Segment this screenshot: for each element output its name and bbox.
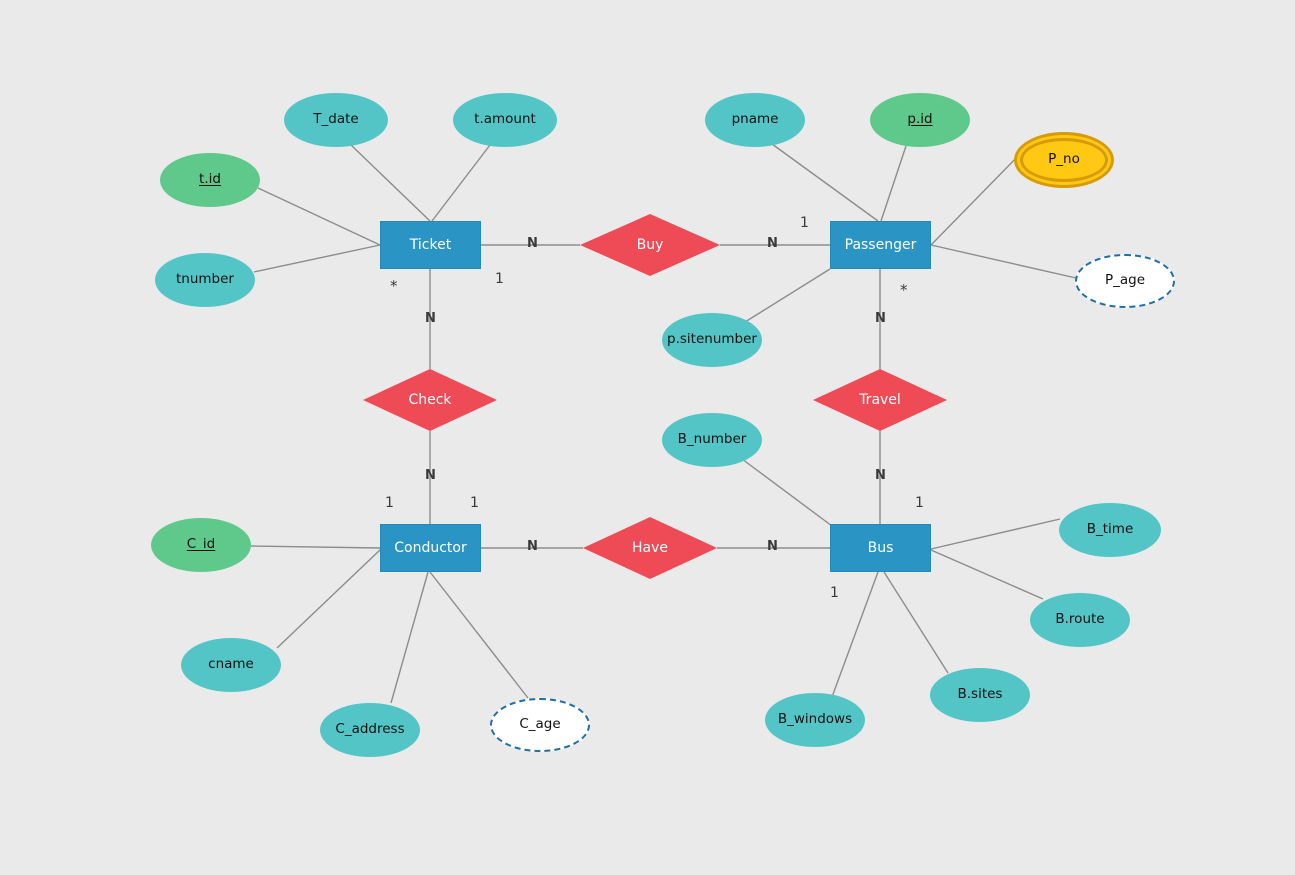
connector-line (930, 149, 1025, 246)
attribute-label: B_time (1086, 521, 1134, 538)
card-travel-bus-n: N (875, 468, 886, 483)
connector-line (741, 458, 833, 527)
attribute-label: T_date (313, 111, 359, 128)
attribute-label: t.amount (474, 111, 536, 128)
relationship-travel[interactable]: Travel (813, 369, 947, 431)
connector-line (250, 545, 381, 549)
card-conductor-left-one: 1 (385, 495, 394, 511)
connector-line (257, 187, 381, 246)
relationship-label-wrap: Travel (813, 369, 947, 431)
card-passenger-travel-n: N (875, 311, 886, 326)
attribute-t_date[interactable]: T_date (284, 93, 388, 147)
connector-line (744, 268, 831, 323)
attribute-b_windows[interactable]: B_windows (765, 693, 865, 747)
entity-passenger[interactable]: Passenger (830, 221, 931, 269)
attribute-label: B_windows (777, 711, 853, 728)
attribute-label: B_number (677, 431, 747, 448)
attribute-label: pname (731, 111, 779, 128)
attribute-label: P_age (1104, 272, 1146, 289)
connector-line (930, 244, 1077, 279)
card-buy-passenger-n: N (767, 236, 778, 251)
entity-conductor[interactable]: Conductor (380, 524, 481, 572)
edge-layer (250, 143, 1077, 704)
connector-line (771, 143, 879, 222)
attribute-tnumber[interactable]: tnumber (155, 253, 255, 307)
attribute-c_age[interactable]: C_age (490, 698, 590, 752)
connector-line (883, 571, 949, 674)
card-have-bus-n: N (767, 539, 778, 554)
relationship-label: Have (631, 540, 668, 556)
attribute-b_time[interactable]: B_time (1059, 503, 1161, 557)
relationship-label: Check (408, 392, 452, 408)
entity-label: Ticket (409, 236, 452, 253)
attribute-pname[interactable]: pname (705, 93, 805, 147)
attribute-c_address[interactable]: C_address (320, 703, 420, 757)
card-ticket-check-n: N (425, 311, 436, 326)
connector-line (431, 144, 491, 222)
relationship-have[interactable]: Have (583, 517, 717, 579)
relationship-buy[interactable]: Buy (580, 214, 720, 276)
card-bus-bottom-one: 1 (830, 585, 839, 601)
entity-label: Bus (867, 539, 894, 556)
attribute-b_sites[interactable]: B.sites (930, 668, 1030, 722)
card-bus-top-one: 1 (915, 495, 924, 511)
attribute-p_age[interactable]: P_age (1075, 254, 1175, 308)
attribute-label: P_no (1048, 151, 1080, 168)
connector-line (429, 571, 529, 699)
attribute-t_id[interactable]: t.id (160, 153, 260, 207)
relationship-label-wrap: Check (363, 369, 497, 431)
card-ticket-buy-n: N (527, 236, 538, 251)
entity-ticket[interactable]: Ticket (380, 221, 481, 269)
connector-line (276, 548, 382, 649)
attribute-p_id[interactable]: p.id (870, 93, 970, 147)
entity-bus[interactable]: Bus (830, 524, 931, 572)
connector-line (880, 145, 907, 222)
relationship-label: Travel (859, 392, 901, 408)
attribute-label: B.sites (957, 686, 1003, 703)
attribute-label: p.id (907, 111, 933, 128)
entity-label: Passenger (844, 236, 917, 253)
attribute-t_amount[interactable]: t.amount (453, 93, 557, 147)
attribute-label: C_address (335, 721, 405, 738)
attribute-b_route[interactable]: B.route (1030, 593, 1130, 647)
relationship-label-wrap: Have (583, 517, 717, 579)
attribute-cname[interactable]: cname (181, 638, 281, 692)
card-conductor-have-n: N (527, 539, 538, 554)
relationship-check[interactable]: Check (363, 369, 497, 431)
card-passenger-star: * (900, 281, 908, 299)
attribute-label: C_id (186, 536, 216, 553)
connector-line (930, 518, 1061, 550)
er-diagram-canvas: Ticket Passenger Conductor Bus Buy Check Trave… (0, 0, 1295, 875)
card-ticket-star: * (390, 277, 398, 295)
attribute-label: tnumber (176, 271, 234, 288)
card-conductor-right-one: 1 (470, 495, 479, 511)
attribute-p_no[interactable]: P_no (1020, 138, 1108, 182)
attribute-label: cname (208, 656, 254, 673)
entity-label: Conductor (394, 539, 467, 556)
attribute-label: B.route (1055, 611, 1105, 628)
card-check-conductor-n: N (425, 468, 436, 483)
connector-line (390, 571, 429, 704)
connector-line (350, 144, 431, 222)
attribute-label: t.id (199, 171, 221, 188)
attribute-b_number[interactable]: B_number (662, 413, 762, 467)
relationship-label: Buy (636, 237, 664, 253)
attribute-label: C_age (519, 716, 561, 733)
relationship-label-wrap: Buy (580, 214, 720, 276)
card-passenger-buy-one: 1 (800, 215, 809, 231)
card-ticket-buy-one: 1 (495, 271, 504, 287)
connector-line (930, 549, 1044, 600)
attribute-label: p.sitenumber (667, 331, 757, 348)
attribute-c_id[interactable]: C_id (151, 518, 251, 572)
connector-line (253, 244, 381, 273)
attribute-p_sitenumber[interactable]: p.sitenumber (662, 313, 762, 367)
